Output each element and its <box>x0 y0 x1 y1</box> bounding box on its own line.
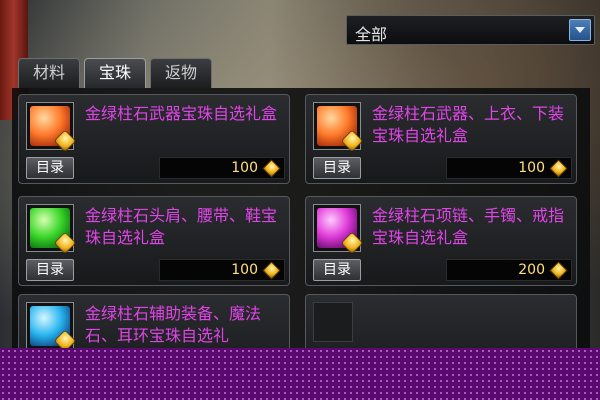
price-value: 200 <box>518 262 545 278</box>
item-card[interactable]: 目录 金绿柱石项链、手镯、戒指宝珠自选礼盒 200 <box>305 196 577 286</box>
empty-item-slot <box>313 302 353 342</box>
price-box: 100 <box>159 259 285 281</box>
item-slot[interactable] <box>26 102 77 153</box>
gold-coin-icon <box>262 159 281 178</box>
tab-materials[interactable]: 材料 <box>18 58 80 88</box>
gold-coin-icon <box>262 261 281 280</box>
gold-coin-icon <box>549 261 568 280</box>
item-name: 金绿柱石武器宝珠自选礼盒 <box>85 104 278 123</box>
gold-coin-icon <box>549 159 568 178</box>
item-name: 金绿柱石项链、手镯、戒指宝珠自选礼盒 <box>372 206 565 247</box>
price-box: 200 <box>446 259 572 281</box>
catalog-button[interactable]: 目录 <box>26 157 74 179</box>
tab-returns[interactable]: 返物 <box>150 58 212 88</box>
catalog-button[interactable]: 目录 <box>26 259 74 281</box>
item-name: 金绿柱石武器、上衣、下装宝珠自选礼盒 <box>372 104 565 145</box>
item-card[interactable]: 目录 金绿柱石武器宝珠自选礼盒 100 <box>18 94 290 184</box>
price-box: 100 <box>159 157 285 179</box>
catalog-button[interactable]: 目录 <box>313 157 361 179</box>
item-card[interactable]: 目录 金绿柱石头肩、腰带、鞋宝珠自选礼盒 100 <box>18 196 290 286</box>
item-slot[interactable] <box>26 204 77 255</box>
item-name: 金绿柱石头肩、腰带、鞋宝珠自选礼盒 <box>85 206 278 247</box>
chevron-down-icon[interactable] <box>569 19 591 41</box>
price-value: 100 <box>518 160 545 176</box>
price-box: 100 <box>446 157 572 179</box>
price-value: 100 <box>231 262 258 278</box>
item-card[interactable]: 目录 金绿柱石武器、上衣、下装宝珠自选礼盒 100 <box>305 94 577 184</box>
item-list-panel: 目录 金绿柱石武器宝珠自选礼盒 100 目录 金绿柱石武器、上衣、下装宝珠自选礼… <box>12 88 590 384</box>
category-filter-dropdown[interactable]: 全部 <box>346 15 595 45</box>
tab-gems[interactable]: 宝珠 <box>84 58 146 88</box>
dropdown-selected-value: 全部 <box>355 25 388 44</box>
purple-dotted-overlay <box>0 348 600 400</box>
item-slot[interactable] <box>313 204 364 255</box>
item-name: 金绿柱石辅助装备、魔法石、耳环宝珠自选礼 <box>85 304 262 345</box>
item-slot[interactable] <box>313 102 364 153</box>
price-value: 100 <box>231 160 258 176</box>
catalog-button[interactable]: 目录 <box>313 259 361 281</box>
item-slot[interactable] <box>26 302 77 353</box>
